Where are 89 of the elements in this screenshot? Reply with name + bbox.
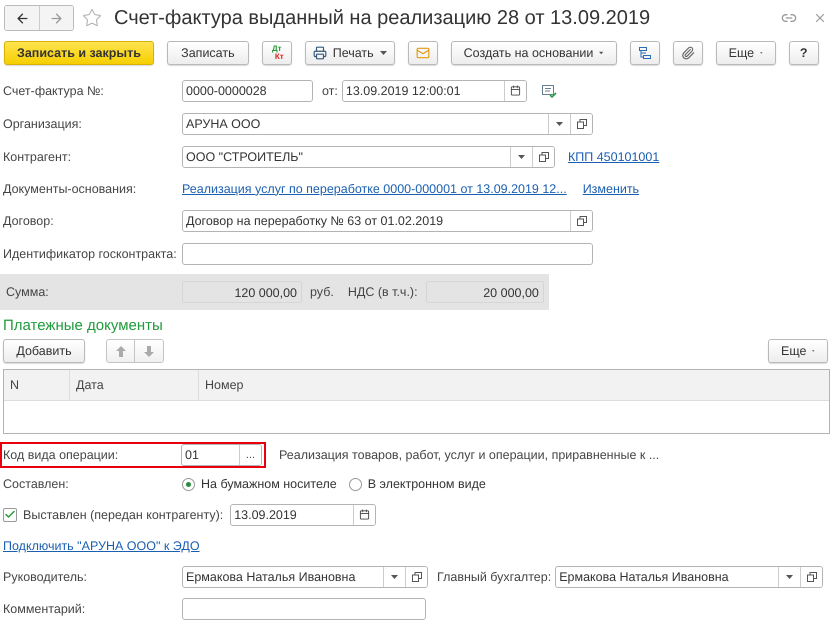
more-button[interactable]: Еще xyxy=(716,41,776,65)
open-icon xyxy=(412,572,422,582)
open-icon xyxy=(576,118,586,128)
open-icon xyxy=(576,216,586,226)
caret-icon xyxy=(786,574,794,578)
operation-code-field[interactable]: 01 ... xyxy=(181,444,262,466)
checkbox[interactable] xyxy=(3,508,17,522)
section-title: Платежные документы xyxy=(3,316,164,336)
paperclip-icon xyxy=(680,46,695,60)
field-label: Руководитель: xyxy=(3,570,88,584)
caret-icon xyxy=(518,154,525,158)
field-label: Контрагент: xyxy=(3,150,72,164)
open-button[interactable] xyxy=(532,146,554,166)
field-label: от: xyxy=(322,84,338,98)
head-field[interactable]: Ермакова Наталья Ивановна xyxy=(182,566,428,588)
select-button[interactable]: ... xyxy=(239,445,261,465)
forward-arrow-icon xyxy=(49,10,64,26)
caret-icon xyxy=(760,51,763,55)
field-label: Организация: xyxy=(3,116,83,130)
currency-label: руб. xyxy=(310,285,334,299)
calendar-icon xyxy=(359,509,370,520)
arrow-down-icon xyxy=(144,346,154,356)
arrow-up-icon xyxy=(116,346,126,356)
edo-link[interactable]: Подключить "АРУНА ООО" к ЭДО xyxy=(3,538,200,552)
open-button[interactable] xyxy=(800,566,822,586)
radio-option[interactable]: На бумажном носителе xyxy=(182,477,337,491)
comment-field[interactable] xyxy=(182,598,426,620)
radio-button[interactable] xyxy=(182,478,195,490)
caret-icon xyxy=(380,51,387,55)
column-header: Дата xyxy=(69,370,198,400)
radio-button[interactable] xyxy=(348,478,362,490)
contractor-field[interactable]: ООО "СТРОИТЕЛЬ" xyxy=(182,146,555,168)
structure-icon xyxy=(638,46,652,60)
radio-option[interactable]: В электронном виде xyxy=(348,477,486,491)
kpp-link[interactable]: КПП 450101001 xyxy=(568,150,660,164)
field-label: Составлен: xyxy=(3,477,70,491)
structure-button[interactable] xyxy=(630,41,660,65)
open-icon xyxy=(806,572,817,582)
favorite-star-icon[interactable] xyxy=(82,8,102,28)
save-and-close-button[interactable]: Записать и закрыть xyxy=(4,41,154,65)
field-label: Комментарий: xyxy=(3,602,86,616)
close-icon[interactable] xyxy=(813,11,827,25)
open-button[interactable] xyxy=(570,210,592,230)
back-button[interactable] xyxy=(5,6,39,30)
more-button[interactable]: Еще xyxy=(768,339,828,363)
open-button[interactable] xyxy=(570,114,592,134)
vat-value: 20 000,00 xyxy=(426,281,544,303)
gov-contract-field[interactable] xyxy=(182,242,593,264)
column-header: Номер xyxy=(198,370,829,400)
change-link[interactable]: Изменить xyxy=(582,182,640,196)
caret-icon xyxy=(556,122,563,126)
save-button[interactable]: Записать xyxy=(166,41,249,65)
column-header: N xyxy=(9,377,20,394)
operation-description: Реализация товаров, работ, услуг и операции, приравненные к ... xyxy=(279,448,660,462)
printer-icon xyxy=(312,46,327,60)
field-label: Главный бухгалтер: xyxy=(437,570,552,584)
create-based-on-button[interactable]: Создать на основании xyxy=(450,41,617,65)
date-field[interactable]: 13.09.2019 12:00:01 xyxy=(342,80,527,102)
contract-field[interactable]: Договор на переработку № 63 от 01.02.2019 xyxy=(182,210,593,232)
open-icon xyxy=(538,152,548,162)
base-document-link[interactable]: Реализация услуг по переработке 0000-000001 от 13.09.2019 12... xyxy=(182,182,567,196)
window-title: Счет-фактура выданный на реализацию 28 от 13.09.2019 xyxy=(114,6,652,30)
help-button[interactable]: ? xyxy=(788,41,819,65)
field-label: Документы-основания: xyxy=(3,182,138,196)
field-label: Договор: xyxy=(3,214,55,228)
organization-field[interactable]: АРУНА ООО xyxy=(182,112,593,134)
issued-date-field[interactable]: 13.09.2019 xyxy=(230,504,376,526)
document-check-icon[interactable] xyxy=(540,84,557,98)
add-button[interactable]: Добавить xyxy=(3,339,85,363)
postings-button[interactable]: Дт Кт xyxy=(262,41,292,65)
vat-label: НДС (в т.ч.): xyxy=(348,285,419,299)
sum-value: 120 000,00 xyxy=(182,281,302,303)
calendar-button[interactable] xyxy=(353,504,376,524)
caret-icon xyxy=(599,51,604,55)
checkbox-label: Выставлен (передан контрагенту): xyxy=(23,508,224,522)
chief-accountant-field[interactable]: Ермакова Наталья Ивановна xyxy=(555,566,824,588)
caret-icon xyxy=(812,349,815,353)
envelope-icon xyxy=(416,46,430,60)
calendar-icon xyxy=(510,85,521,96)
sum-label: Сумма: xyxy=(6,285,50,299)
field-label: Идентификатор госконтракта: xyxy=(3,246,178,260)
open-button[interactable] xyxy=(405,566,427,586)
field-label: Счет-фактура №: xyxy=(3,84,105,98)
caret-icon xyxy=(391,574,398,578)
field-label: Код вида операции: xyxy=(3,448,120,462)
calendar-button[interactable] xyxy=(504,80,526,100)
number-field[interactable]: 0000-0000028 xyxy=(182,80,313,102)
attach-button[interactable] xyxy=(672,41,703,65)
print-button[interactable]: Печать xyxy=(304,41,395,65)
